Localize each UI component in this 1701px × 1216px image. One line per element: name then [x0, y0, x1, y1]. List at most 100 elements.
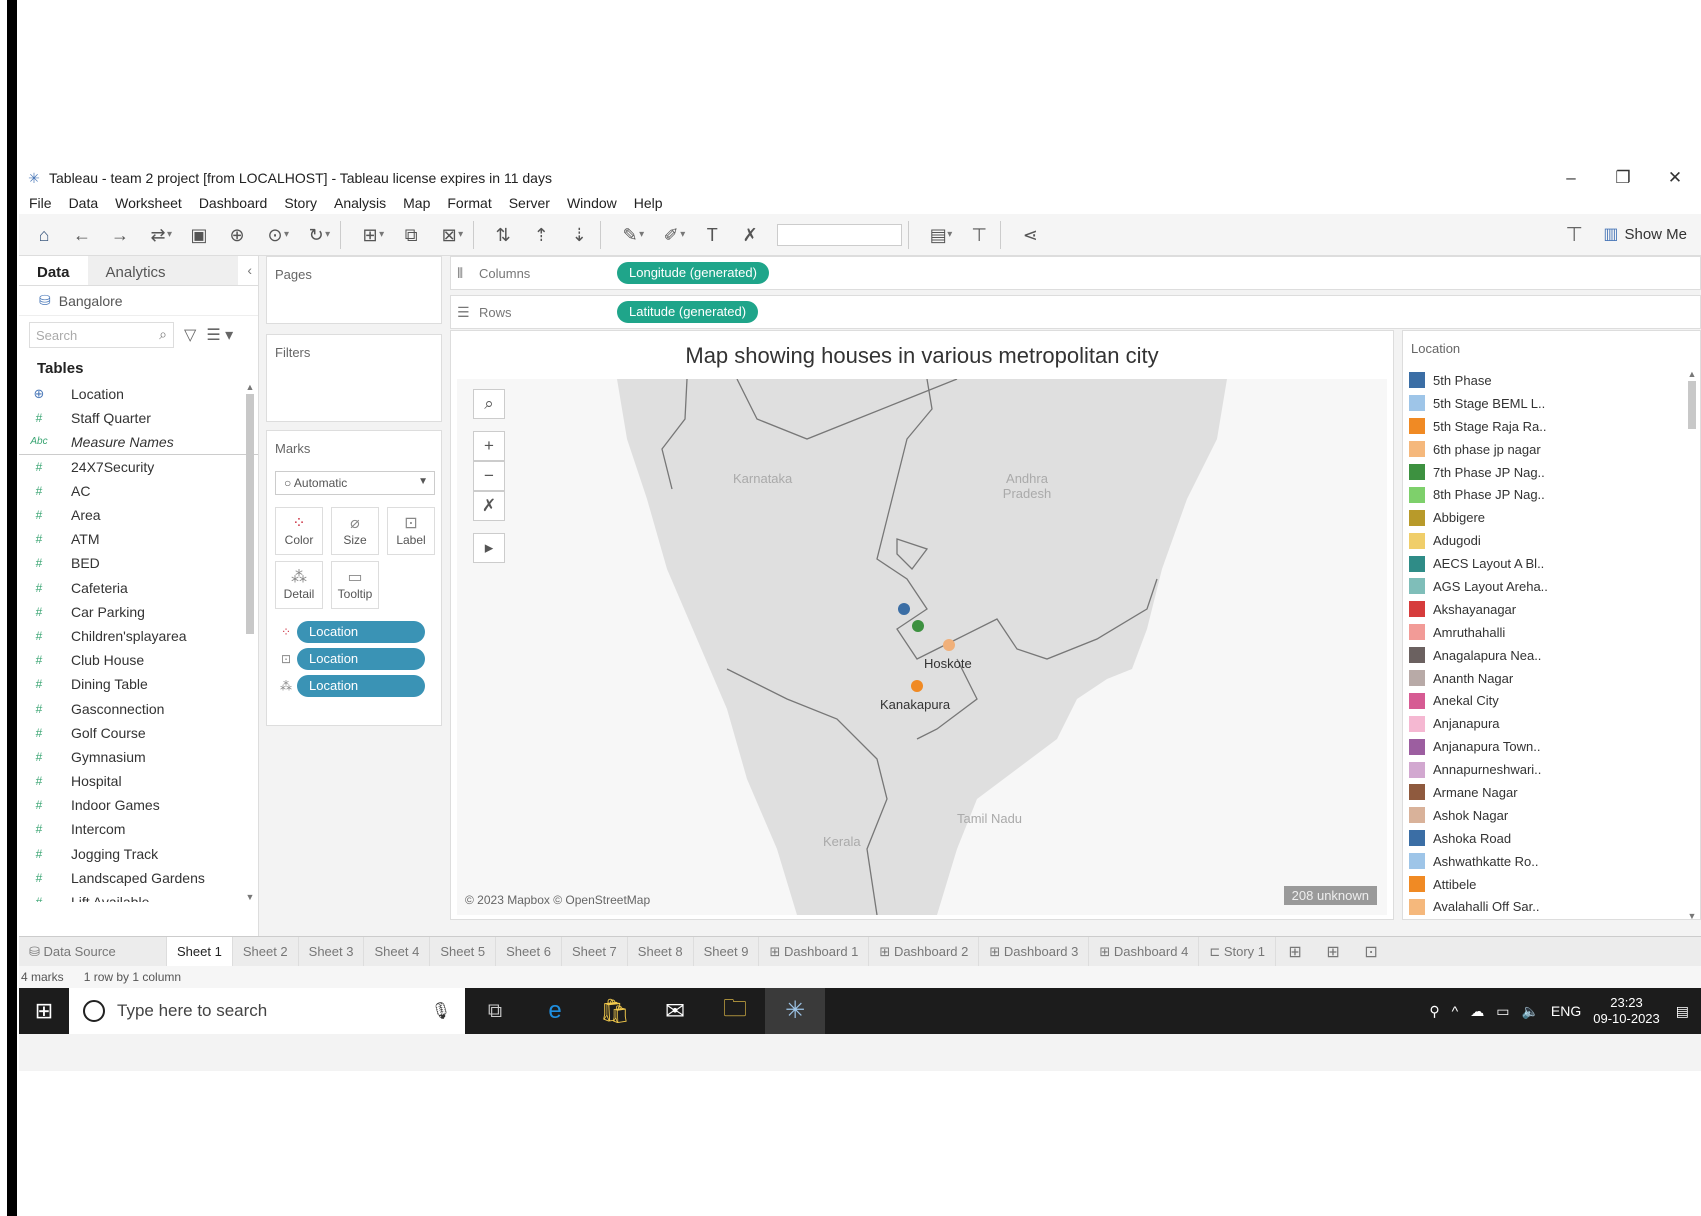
- point-5th-phase[interactable]: [898, 603, 910, 615]
- tab-dashboard-4[interactable]: ⊞ Dashboard 4: [1089, 936, 1200, 967]
- field-item[interactable]: # Indoor Games: [19, 793, 258, 817]
- field-item[interactable]: # Jogging Track: [19, 842, 258, 866]
- tab-dashboard-3[interactable]: ⊞ Dashboard 3: [979, 936, 1090, 967]
- legend-item[interactable]: Akshayanagar: [1403, 598, 1700, 621]
- legend-item[interactable]: Ashok Nagar: [1403, 804, 1700, 827]
- legend-item[interactable]: 8th Phase JP Nag..: [1403, 483, 1700, 506]
- sort-ascending-icon[interactable]: ⇡: [526, 220, 556, 250]
- menu-server[interactable]: Server: [509, 195, 550, 211]
- scrollbar-thumb[interactable]: [1688, 381, 1696, 429]
- task-view-icon[interactable]: ⧉: [465, 1000, 525, 1023]
- clear-dropdown-icon[interactable]: ▾: [458, 229, 463, 240]
- tab-sheet-2[interactable]: Sheet 2: [233, 936, 299, 967]
- tab-sheet-1[interactable]: Sheet 1: [167, 936, 233, 967]
- tab-sheet-4[interactable]: Sheet 4: [364, 936, 431, 967]
- save-icon[interactable]: ▣: [184, 220, 214, 250]
- onedrive-icon[interactable]: ☁: [1470, 1003, 1484, 1020]
- menu-map[interactable]: Map: [403, 195, 430, 211]
- legend-item[interactable]: Ananth Nagar: [1403, 667, 1700, 690]
- fit-select[interactable]: [777, 223, 903, 246]
- label-button[interactable]: ⊡ Label: [387, 507, 435, 555]
- legend-item[interactable]: Ashoka Road: [1403, 827, 1700, 850]
- location-detail-pill[interactable]: Location: [297, 675, 425, 697]
- field-item[interactable]: # Dining Table: [19, 672, 258, 696]
- close-button[interactable]: ✕: [1649, 164, 1701, 192]
- minimize-button[interactable]: –: [1545, 164, 1597, 192]
- tab-sheet-7[interactable]: Sheet 7: [562, 936, 628, 967]
- tab-data[interactable]: Data: [19, 256, 88, 285]
- language-indicator[interactable]: ENG: [1551, 1003, 1581, 1019]
- legend-item[interactable]: Anjanapura Town..: [1403, 735, 1700, 758]
- field-item[interactable]: # Cafeteria: [19, 576, 258, 600]
- legend-item[interactable]: AGS Layout Areha..: [1403, 575, 1700, 598]
- volume-icon[interactable]: 🔈: [1521, 1003, 1538, 1020]
- field-item[interactable]: # AC: [19, 479, 258, 503]
- latitude-pill[interactable]: Latitude (generated): [617, 301, 759, 323]
- legend-item[interactable]: 5th Stage BEML L..: [1403, 392, 1700, 415]
- scroll-up-icon[interactable]: ▲: [1686, 369, 1698, 379]
- tab-sheet-3[interactable]: Sheet 3: [299, 936, 365, 967]
- home-icon[interactable]: ⌂: [29, 220, 59, 250]
- show-me-button[interactable]: ▥ Show Me: [1603, 224, 1687, 244]
- field-item[interactable]: # Intercom: [19, 817, 258, 841]
- new-story-tab-icon[interactable]: ⊡: [1352, 942, 1390, 962]
- menu-worksheet[interactable]: Worksheet: [115, 195, 182, 211]
- legend-item[interactable]: 7th Phase JP Nag..: [1403, 461, 1700, 484]
- legend-item[interactable]: Amruthahalli: [1403, 621, 1700, 644]
- field-item[interactable]: # Landscaped Gardens: [19, 866, 258, 890]
- field-item[interactable]: # BED: [19, 551, 258, 575]
- legend-item[interactable]: Anekal City: [1403, 689, 1700, 712]
- pause-dropdown-icon[interactable]: ▾: [284, 229, 289, 240]
- taskbar-search-box[interactable]: Type here to search 🎙: [69, 988, 465, 1034]
- filter-icon[interactable]: ▽: [184, 325, 196, 345]
- field-item[interactable]: # Club House: [19, 648, 258, 672]
- new-worksheet-tab-icon[interactable]: ⊞: [1276, 942, 1314, 962]
- field-item[interactable]: Abc Measure Names: [19, 430, 258, 455]
- field-list-scrollbar[interactable]: ▲ ▼: [244, 382, 256, 902]
- undo-icon[interactable]: ←: [67, 220, 97, 250]
- duplicate-icon[interactable]: ⧉: [396, 220, 426, 250]
- color-button[interactable]: ⁘ Color: [275, 507, 323, 555]
- tab-sheet-5[interactable]: Sheet 5: [430, 936, 497, 967]
- longitude-pill[interactable]: Longitude (generated): [617, 262, 769, 284]
- mark-type-select[interactable]: ○ Automatic ▼: [275, 471, 435, 495]
- file-explorer-icon[interactable]: 🗀: [705, 991, 765, 1032]
- show-labels-icon[interactable]: T: [697, 220, 727, 250]
- sort-descending-icon[interactable]: ⇣: [564, 220, 594, 250]
- notifications-icon[interactable]: ▤: [1676, 1003, 1689, 1020]
- map-search-icon[interactable]: ⌕: [473, 389, 505, 419]
- legend-item[interactable]: 5th Phase: [1403, 369, 1700, 392]
- windows-start-icon[interactable]: ⊞: [19, 998, 69, 1024]
- legend-item[interactable]: AECS Layout A Bl..: [1403, 552, 1700, 575]
- refresh-dropdown-icon[interactable]: ▾: [325, 229, 330, 240]
- zoom-out-icon[interactable]: −: [473, 461, 505, 491]
- highlight-dropdown-icon[interactable]: ▾: [639, 229, 644, 240]
- replay-dropdown-icon[interactable]: ▾: [167, 229, 172, 240]
- point-6th-phase[interactable]: [943, 639, 955, 651]
- location-label-pill[interactable]: Location: [297, 648, 425, 670]
- legend-item[interactable]: Ashwathkatte Ro..: [1403, 850, 1700, 873]
- field-item[interactable]: # Lift Available: [19, 890, 258, 902]
- group-dropdown-icon[interactable]: ▾: [680, 229, 685, 240]
- menu-dashboard[interactable]: Dashboard: [199, 195, 268, 211]
- tab-analytics[interactable]: Analytics: [87, 256, 238, 285]
- scrollbar-thumb[interactable]: [246, 394, 254, 634]
- field-item[interactable]: ⊕ Location: [19, 382, 258, 406]
- field-item[interactable]: # Golf Course: [19, 721, 258, 745]
- tab-sheet-8[interactable]: Sheet 8: [628, 936, 694, 967]
- field-item[interactable]: # Car Parking: [19, 600, 258, 624]
- collapse-icon[interactable]: ‹: [247, 262, 252, 278]
- legend-item[interactable]: Anagalapura Nea..: [1403, 644, 1700, 667]
- filters-card[interactable]: Filters: [266, 334, 442, 422]
- field-item[interactable]: # Area: [19, 503, 258, 527]
- tableau-taskbar-icon[interactable]: ✳: [765, 988, 825, 1034]
- data-source-item[interactable]: ⛁ Bangalore: [19, 286, 258, 316]
- field-item[interactable]: # Gasconnection: [19, 696, 258, 720]
- legend-item[interactable]: Adugodi: [1403, 529, 1700, 552]
- point-5th-stage[interactable]: [911, 680, 923, 692]
- detail-button[interactable]: ⁂ Detail: [275, 561, 323, 609]
- legend-item[interactable]: Avalahalli Off Sar..: [1403, 895, 1700, 918]
- menu-file[interactable]: File: [29, 195, 52, 211]
- pages-card[interactable]: Pages: [266, 256, 442, 324]
- tab-story-1[interactable]: ⊏ Story 1: [1199, 936, 1277, 967]
